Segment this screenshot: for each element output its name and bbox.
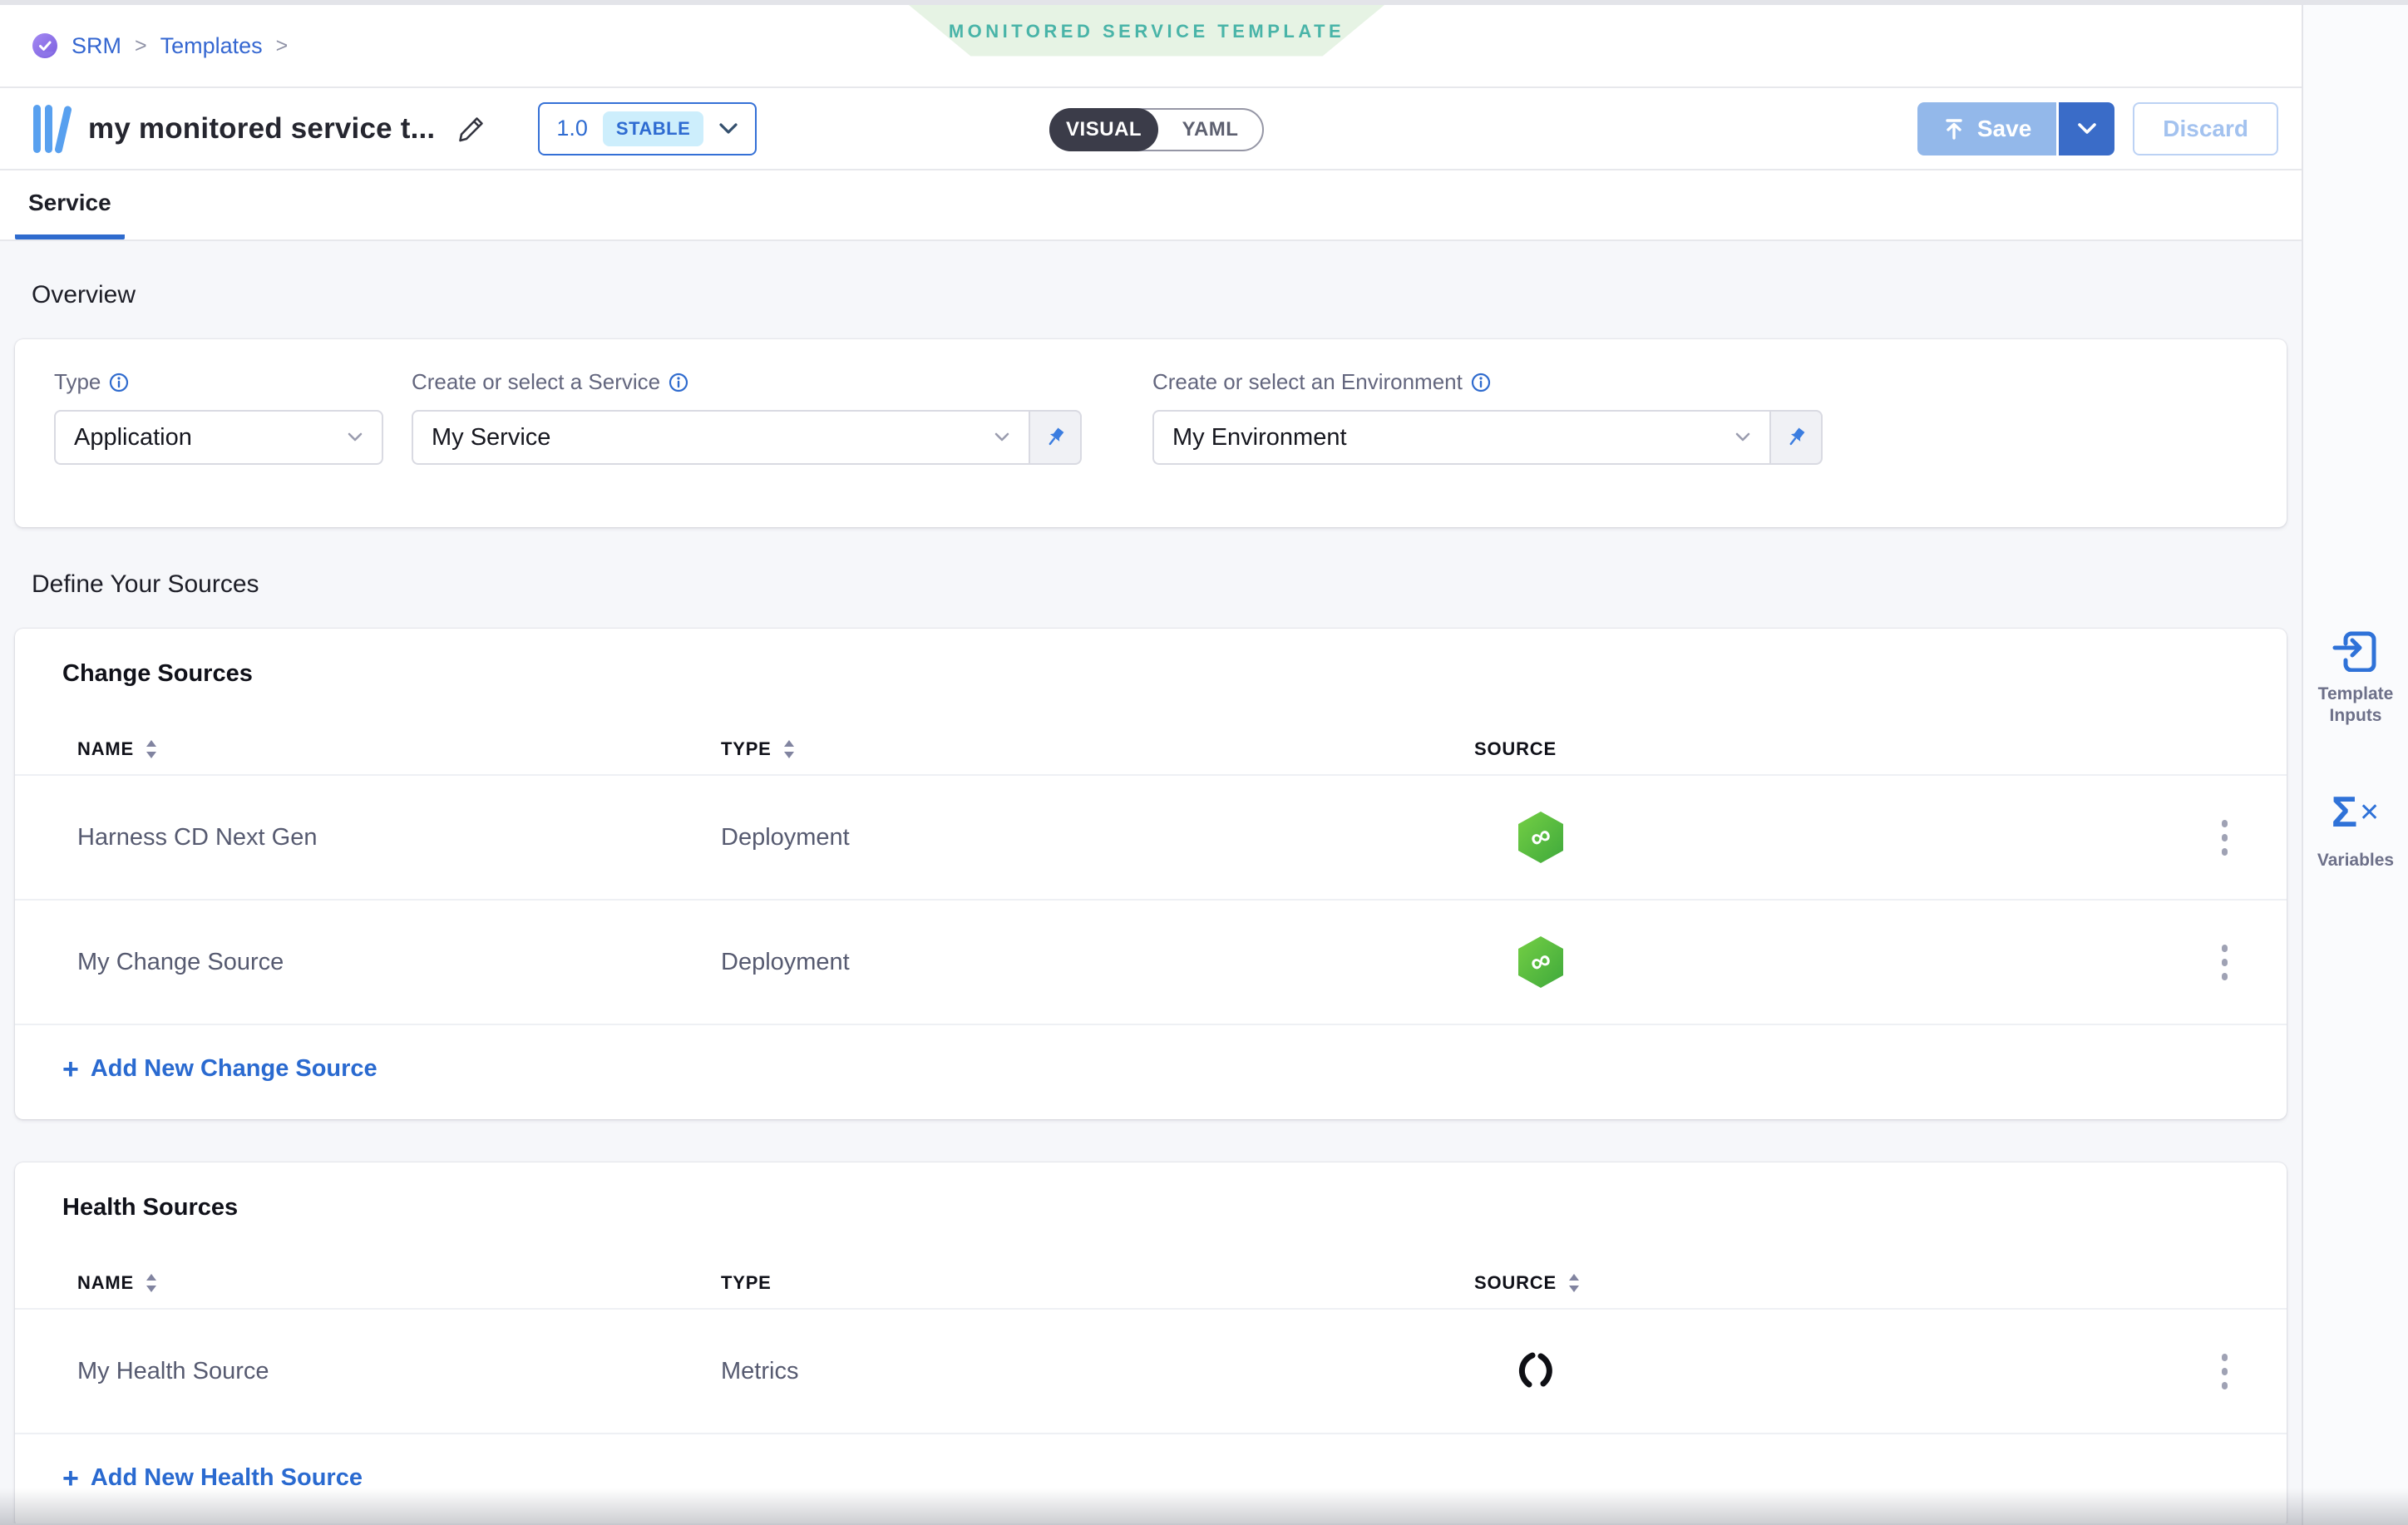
upload-icon (1942, 117, 1966, 141)
environment-select-value: My Environment (1172, 424, 1347, 452)
health-source-name: My Health Source (77, 1358, 721, 1385)
breadcrumb-separator: > (276, 34, 289, 58)
title-bar: my monitored service t... 1.0 STABLE VIS… (0, 88, 2302, 170)
template-type-banner-label: MONITORED SERVICE TEMPLATE (949, 21, 1345, 42)
column-header-source[interactable]: SOURCE (1474, 1272, 2162, 1294)
chevron-down-icon (1734, 432, 1751, 443)
sort-icon[interactable] (1568, 1273, 1580, 1293)
variables-label: Variables (2317, 850, 2394, 871)
tab-bar: Service (0, 170, 2302, 241)
change-sources-card: Change Sources NAME TYPE SOURCE (15, 629, 2287, 1119)
template-inputs-button[interactable]: Template Inputs (2303, 624, 2408, 727)
column-header-type[interactable]: TYPE (721, 1272, 1474, 1294)
info-icon[interactable] (1471, 373, 1491, 392)
row-options-menu-icon[interactable] (2213, 812, 2236, 864)
health-sources-heading: Health Sources (62, 1194, 2287, 1221)
sort-icon[interactable] (783, 739, 795, 759)
srm-module-icon (32, 32, 58, 59)
health-source-type: Metrics (721, 1358, 1474, 1385)
table-row[interactable]: Harness CD Next Gen Deployment ∞ (15, 776, 2287, 901)
column-header-type[interactable]: TYPE (721, 738, 1474, 760)
overview-heading: Overview (32, 281, 2302, 309)
define-sources-heading: Define Your Sources (32, 570, 2302, 599)
service-pin-button[interactable] (1029, 410, 1082, 465)
variables-button[interactable]: Σ✕ Variables (2303, 790, 2408, 871)
column-header-name[interactable]: NAME (77, 738, 721, 760)
appdynamics-icon (1517, 1351, 1557, 1391)
save-button[interactable]: Save (1917, 102, 2056, 155)
template-type-banner: MONITORED SERVICE TEMPLATE (909, 5, 1384, 58)
info-icon[interactable] (669, 373, 688, 392)
environment-label: Create or select an Environment (1152, 369, 1463, 395)
pin-icon (1043, 425, 1068, 450)
type-select[interactable]: Application (54, 410, 383, 465)
right-rail: Template Inputs Σ✕ Variables (2302, 5, 2408, 1525)
chevron-down-icon (994, 432, 1010, 443)
variables-sigma-icon: Σ✕ (2332, 790, 2380, 838)
health-sources-card: Health Sources NAME TYPE SOURCE (15, 1162, 2287, 1523)
template-library-icon (32, 103, 72, 155)
chevron-down-icon (2076, 121, 2098, 136)
add-new-change-source-button[interactable]: + Add New Change Source (15, 1025, 2287, 1119)
change-sources-heading: Change Sources (62, 660, 2287, 688)
service-select-value: My Service (432, 424, 550, 452)
breadcrumb-link-templates[interactable]: Templates (160, 33, 263, 59)
sort-icon[interactable] (146, 1273, 157, 1293)
harness-cd-icon: ∞ (1517, 811, 1564, 864)
change-source-type: Deployment (721, 824, 1474, 851)
plus-icon: + (62, 1057, 79, 1082)
service-select[interactable]: My Service (412, 410, 1029, 465)
environment-select[interactable]: My Environment (1152, 410, 1769, 465)
save-label: Save (1977, 116, 2031, 142)
column-header-source[interactable]: SOURCE (1474, 738, 2162, 760)
overview-card: Type Application (15, 339, 2287, 527)
save-split-button[interactable]: Save (1917, 102, 2114, 155)
main-area: SRM > Templates > MONITORED SERVICE TEMP… (0, 5, 2302, 1525)
sort-icon[interactable] (146, 739, 157, 759)
change-source-type: Deployment (721, 949, 1474, 976)
discard-label: Discard (2163, 116, 2248, 142)
type-select-value: Application (74, 424, 192, 452)
row-options-menu-icon[interactable] (2213, 1345, 2236, 1398)
health-sources-table-header: NAME TYPE SOURCE (15, 1258, 2287, 1310)
save-options-button[interactable] (2056, 102, 2114, 155)
visual-yaml-toggle[interactable]: VISUAL YAML (1049, 108, 1264, 151)
breadcrumb-separator: > (135, 34, 147, 58)
column-header-name[interactable]: NAME (77, 1272, 721, 1294)
environment-pin-button[interactable] (1769, 410, 1823, 465)
service-label: Create or select a Service (412, 369, 660, 395)
change-sources-table-header: NAME TYPE SOURCE (15, 724, 2287, 776)
table-row[interactable]: My Change Source Deployment ∞ (15, 901, 2287, 1025)
edit-title-button[interactable] (456, 114, 486, 144)
template-inputs-label: Template Inputs (2303, 684, 2408, 727)
page-title: my monitored service t... (88, 112, 435, 146)
pencil-icon (456, 114, 486, 144)
pin-icon (1784, 425, 1808, 450)
tab-service[interactable]: Service (15, 170, 125, 239)
row-options-menu-icon[interactable] (2213, 936, 2236, 989)
table-row[interactable]: My Health Source Metrics (15, 1310, 2287, 1434)
type-label: Type (54, 369, 101, 395)
version-selector[interactable]: 1.0 STABLE (538, 102, 757, 155)
toggle-visual[interactable]: VISUAL (1049, 108, 1158, 151)
add-new-health-source-button[interactable]: + Add New Health Source (15, 1434, 2287, 1523)
discard-button[interactable]: Discard (2133, 102, 2278, 155)
version-number: 1.0 (556, 116, 588, 141)
chevron-down-icon (347, 432, 363, 443)
toggle-yaml[interactable]: YAML (1158, 110, 1262, 150)
harness-cd-icon: ∞ (1517, 935, 1564, 989)
template-inputs-icon (2332, 624, 2380, 672)
chevron-down-icon (718, 122, 738, 136)
change-source-name: Harness CD Next Gen (77, 824, 721, 851)
change-source-name: My Change Source (77, 949, 721, 976)
version-stable-badge: STABLE (603, 111, 703, 146)
breadcrumb-link-srm[interactable]: SRM (72, 33, 121, 59)
page-content: Overview Type Application (0, 241, 2302, 1523)
plus-icon: + (62, 1466, 79, 1491)
info-icon[interactable] (109, 373, 129, 392)
